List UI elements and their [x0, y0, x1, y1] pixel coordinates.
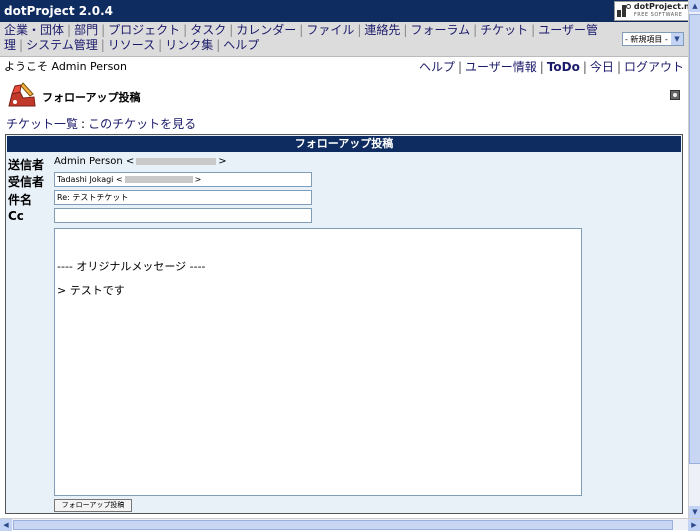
submit-followup-button[interactable]: フォローアップ投稿 [54, 499, 132, 512]
redacted-email [124, 176, 193, 183]
followup-form: フォローアップ投稿 送信者 Admin Person < > 受信者 Tadash… [5, 134, 683, 514]
to-label: 受信者 [8, 175, 45, 189]
main-nav: 企業・団体 | 部門 | プロジェクト | タスク | カレンダー | ファイル | 連絡先 | フォーラム… [0, 22, 688, 56]
nav-separator: | [299, 23, 304, 37]
nav-item[interactable]: リソース [108, 38, 155, 52]
help-icon[interactable] [670, 90, 680, 100]
message-body[interactable]: ---- オリジナルメッセージ ---- > テストです [54, 228, 582, 496]
user-info-link[interactable]: ユーザー情報 [465, 60, 537, 74]
app-title: dotProject 2.0.4 [4, 4, 113, 18]
nav-separator: | [100, 38, 105, 52]
app-title-bar: dotProject 2.0.4 [0, 0, 688, 22]
nav-items: 企業・団体 | 部門 | プロジェクト | タスク | カレンダー | ファイル | 連絡先 | フォーラム… [4, 23, 614, 53]
nav-item[interactable]: ファイル [306, 23, 354, 37]
from-label: 送信者 [8, 158, 45, 172]
nav-item[interactable]: ヘルプ [223, 38, 259, 52]
scroll-up-icon[interactable]: ▲ [689, 0, 700, 12]
nav-item[interactable]: 企業・団体 [4, 23, 64, 37]
nav-separator: | [158, 38, 163, 52]
subject-label: 件名 [8, 193, 33, 207]
logout-link[interactable]: ログアウト [624, 60, 684, 74]
scroll-down-icon[interactable]: ▼ [689, 506, 700, 518]
scroll-right-icon[interactable]: ▶ [688, 519, 700, 531]
nav-item[interactable]: フォーラム [410, 23, 470, 37]
nav-separator: | [229, 23, 234, 37]
from-value: Admin Person < > [54, 156, 227, 167]
body-line: > テストです [57, 284, 125, 297]
nav-item[interactable]: リンク集 [165, 38, 213, 52]
horizontal-scroll-thumb[interactable] [13, 520, 673, 530]
nav-separator: | [216, 38, 221, 52]
vertical-scroll-thumb[interactable] [689, 14, 700, 464]
nav-separator: | [403, 23, 408, 37]
page-title: フォローアップ投稿 [42, 91, 141, 104]
cc-label: Cc [8, 209, 24, 223]
logo-mark-icon [617, 4, 631, 18]
nav-separator: | [19, 38, 24, 52]
nav-separator: | [67, 23, 72, 37]
nav-item[interactable]: 部門 [74, 23, 98, 37]
horizontal-scrollbar[interactable]: ◀ ▶ [0, 518, 700, 531]
nav-separator: | [473, 23, 478, 37]
today-link[interactable]: 今日 [590, 60, 614, 74]
nav-separator: | [357, 23, 362, 37]
new-item-label: - 新規項目 - [625, 34, 668, 44]
welcome-row: ようこそ Admin Person ヘルプ | ユーザー情報 | ToDo | 今日 | ログア… [0, 56, 688, 74]
scroll-left-icon[interactable]: ◀ [0, 519, 12, 531]
nav-item[interactable]: 連絡先 [364, 23, 400, 37]
subject-field[interactable]: Re: テストチケット [54, 190, 312, 205]
cc-field[interactable] [54, 208, 312, 223]
nav-separator: | [101, 23, 106, 37]
nav-item[interactable]: プロジェクト [108, 23, 180, 37]
to-field[interactable]: Tadashi Jokagi < > [54, 172, 312, 187]
redacted-email [136, 157, 217, 165]
nav-separator: | [531, 23, 536, 37]
ticket-list-link[interactable]: チケット一覧 [6, 117, 78, 131]
nav-item[interactable]: チケット [480, 23, 528, 37]
nav-item[interactable]: カレンダー [236, 23, 296, 37]
nav-item[interactable]: システム管理 [26, 38, 98, 52]
ticket-icon [8, 82, 36, 107]
new-item-select[interactable]: - 新規項目 - ▼ [622, 32, 684, 46]
top-links: ヘルプ | ユーザー情報 | ToDo | 今日 | ログアウト [418, 60, 684, 74]
breadcrumb: チケット一覧: このチケットを見る [6, 117, 197, 131]
chevron-down-icon[interactable]: ▼ [671, 33, 683, 45]
help-link[interactable]: ヘルプ [419, 60, 455, 74]
vertical-scrollbar[interactable]: ▲ ▼ [688, 0, 700, 530]
view-ticket-link[interactable]: このチケットを見る [88, 117, 196, 131]
body-line: ---- オリジナルメッセージ ---- [57, 260, 206, 273]
form-header: フォローアップ投稿 [7, 136, 681, 152]
welcome-text: ようこそ Admin Person [4, 59, 128, 73]
todo-link[interactable]: ToDo [547, 60, 580, 74]
nav-item[interactable]: タスク [190, 23, 226, 37]
nav-separator: | [183, 23, 188, 37]
